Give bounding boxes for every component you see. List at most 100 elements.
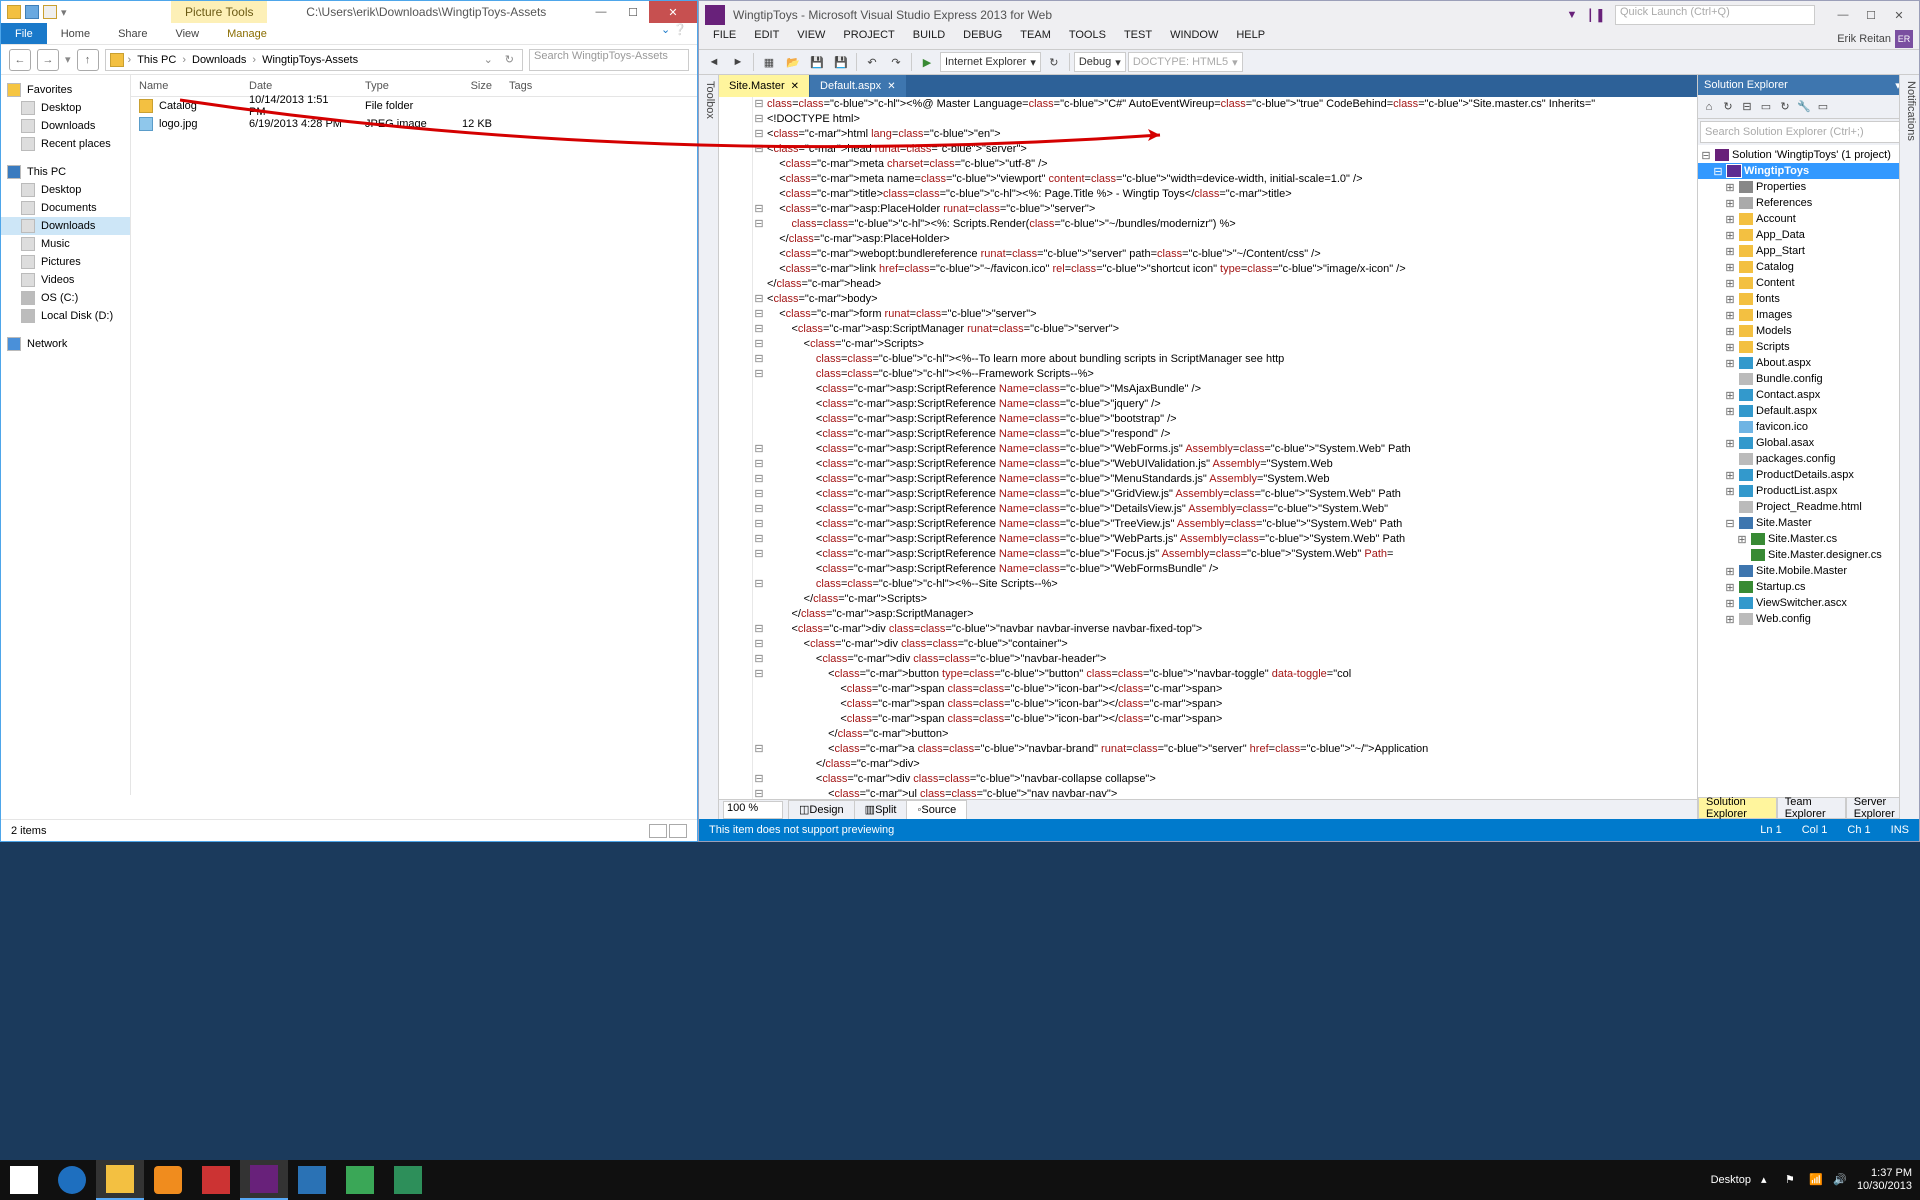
new-folder-icon[interactable]	[43, 5, 57, 19]
list-item[interactable]: Catalog 10/14/2013 1:51 PM File folder	[131, 97, 697, 115]
history-dropdown-icon[interactable]: ▾	[65, 53, 71, 66]
open-icon[interactable]: 📂	[782, 52, 804, 72]
refresh-icon[interactable]: ↻	[1043, 52, 1065, 72]
code-editor[interactable]: ⊟class=class="c-blue">"c-hl"><%@ Master …	[719, 97, 1697, 799]
tree-node[interactable]: ⊞ProductDetails.aspx	[1698, 467, 1919, 483]
up-button[interactable]: ↑	[77, 49, 99, 71]
close-icon[interactable]: ✕	[887, 81, 895, 92]
task-app[interactable]	[192, 1160, 240, 1200]
titlebar[interactable]: WingtipToys - Microsoft Visual Studio Ex…	[699, 1, 1919, 29]
menu-view[interactable]: VIEW	[789, 29, 833, 49]
nav-item[interactable]: Downloads	[1, 217, 130, 235]
forward-button[interactable]: →	[37, 49, 59, 71]
crumb-downloads[interactable]: Downloads	[190, 54, 248, 66]
view-design[interactable]: ◫ Design	[788, 800, 855, 820]
save-icon[interactable]: 💾	[806, 52, 828, 72]
task-vs[interactable]	[240, 1160, 288, 1200]
task-app3[interactable]	[336, 1160, 384, 1200]
network-icon[interactable]: 📶	[1809, 1173, 1823, 1187]
menu-help[interactable]: HELP	[1228, 29, 1273, 49]
user-badge[interactable]: Erik Reitan ER	[1837, 29, 1913, 49]
search-input[interactable]: Search WingtipToys-Assets	[529, 49, 689, 71]
editor-tab[interactable]: Default.aspx✕	[810, 75, 907, 97]
menu-tools[interactable]: TOOLS	[1061, 29, 1114, 49]
tree-node[interactable]: ⊟Site.Master	[1698, 515, 1919, 531]
nav-network[interactable]: Network	[1, 335, 130, 353]
minimize-button[interactable]: —	[1829, 6, 1857, 24]
view-thumbs-icon[interactable]	[669, 824, 687, 838]
clock[interactable]: 1:37 PM 10/30/2013	[1857, 1167, 1912, 1193]
menu-test[interactable]: TEST	[1116, 29, 1160, 49]
nav-item[interactable]: Pictures	[1, 253, 130, 271]
maximize-button[interactable]: ☐	[1857, 6, 1885, 24]
system-tray[interactable]: Desktop ▴ ⚑ 📶 🔊 1:37 PM 10/30/2013	[1703, 1167, 1920, 1193]
task-app2[interactable]	[288, 1160, 336, 1200]
crumb-folder[interactable]: WingtipToys-Assets	[260, 54, 360, 66]
menu-window[interactable]: WINDOW	[1162, 29, 1226, 49]
menu-project[interactable]: PROJECT	[835, 29, 902, 49]
tree-node[interactable]: ⊞Web.config	[1698, 611, 1919, 627]
tree-node[interactable]: ⊞Startup.cs	[1698, 579, 1919, 595]
nav-item[interactable]: OS (C:)	[1, 289, 130, 307]
titlebar[interactable]: ▾ Picture Tools C:\Users\erik\Downloads\…	[1, 1, 697, 23]
tab-manage[interactable]: Manage	[213, 23, 281, 44]
nav-thispc[interactable]: This PC	[1, 163, 130, 181]
preview-icon[interactable]: ▭	[1814, 98, 1832, 116]
context-tab[interactable]: Picture Tools	[171, 1, 267, 23]
refresh-icon[interactable]: ↻	[501, 53, 518, 66]
menu-team[interactable]: TEAM	[1012, 29, 1059, 49]
tree-node[interactable]: Project_Readme.html	[1698, 499, 1919, 515]
panel-tab[interactable]: Solution Explorer	[1698, 797, 1777, 819]
volume-icon[interactable]: 🔊	[1833, 1173, 1847, 1187]
tree-node[interactable]: ⊞Catalog	[1698, 259, 1919, 275]
nav-item[interactable]: Documents	[1, 199, 130, 217]
flag-icon[interactable]: ⚑	[1785, 1173, 1799, 1187]
tree-node[interactable]: Site.Master.designer.cs	[1698, 547, 1919, 563]
panel-tab[interactable]: Team Explorer	[1777, 797, 1846, 819]
task-ie[interactable]	[48, 1160, 96, 1200]
tab-file[interactable]: File	[1, 23, 47, 44]
menu-build[interactable]: BUILD	[905, 29, 953, 49]
tree-node[interactable]: ⊞Scripts	[1698, 339, 1919, 355]
quick-launch-input[interactable]: Quick Launch (Ctrl+Q)	[1615, 5, 1815, 25]
run-target-combo[interactable]: Internet Explorer▾	[940, 52, 1041, 72]
show-desktop[interactable]: Desktop	[1711, 1174, 1751, 1186]
doctype-combo[interactable]: DOCTYPE: HTML5▾	[1128, 52, 1243, 72]
menu-debug[interactable]: DEBUG	[955, 29, 1010, 49]
back-button[interactable]: ←	[9, 49, 31, 71]
show-all-icon[interactable]: ▭	[1757, 98, 1775, 116]
feedback-icon[interactable]: ▏▌	[1589, 6, 1607, 24]
view-details-icon[interactable]	[649, 824, 667, 838]
undo-icon[interactable]: ↶	[861, 52, 883, 72]
tree-project[interactable]: ⊟WingtipToys	[1698, 163, 1919, 179]
tree-node[interactable]: ⊞App_Start	[1698, 243, 1919, 259]
close-icon[interactable]: ✕	[791, 81, 799, 92]
tree-solution[interactable]: ⊟Solution 'WingtipToys' (1 project)	[1698, 147, 1919, 163]
task-explorer[interactable]	[96, 1160, 144, 1200]
list-item[interactable]: logo.jpg 6/19/2013 4:28 PM JPEG image 12…	[131, 115, 697, 133]
tree-node[interactable]: ⊞Contact.aspx	[1698, 387, 1919, 403]
se-search-input[interactable]: Search Solution Explorer (Ctrl+;)🔍	[1700, 121, 1917, 143]
new-project-icon[interactable]: ▦	[758, 52, 780, 72]
tree-node[interactable]: ⊞ProductList.aspx	[1698, 483, 1919, 499]
start-button[interactable]	[0, 1160, 48, 1200]
tree-node[interactable]: favicon.ico	[1698, 419, 1919, 435]
tree-node[interactable]: ⊞Global.asax	[1698, 435, 1919, 451]
nav-favorites[interactable]: Favorites	[1, 81, 130, 99]
tree-node[interactable]: ⊞Default.aspx	[1698, 403, 1919, 419]
editor-tab[interactable]: Site.Master✕	[719, 75, 810, 97]
crumb-dropdown-icon[interactable]: ⌄	[480, 53, 497, 66]
tree-node[interactable]: ⊞Site.Mobile.Master	[1698, 563, 1919, 579]
close-button[interactable]: ✕	[649, 1, 697, 23]
tab-share[interactable]: Share	[104, 23, 161, 44]
tree-node[interactable]: ⊞Images	[1698, 307, 1919, 323]
properties-icon[interactable]	[25, 5, 39, 19]
config-combo[interactable]: Debug▾	[1074, 52, 1126, 72]
tree-node[interactable]: ⊞About.aspx	[1698, 355, 1919, 371]
menu-edit[interactable]: EDIT	[746, 29, 787, 49]
task-media[interactable]	[144, 1160, 192, 1200]
breadcrumb[interactable]: › This PC› Downloads› WingtipToys-Assets…	[105, 49, 523, 71]
nav-item[interactable]: Downloads	[1, 117, 130, 135]
tree-node[interactable]: ⊞fonts	[1698, 291, 1919, 307]
props-icon[interactable]: 🔧	[1795, 98, 1813, 116]
